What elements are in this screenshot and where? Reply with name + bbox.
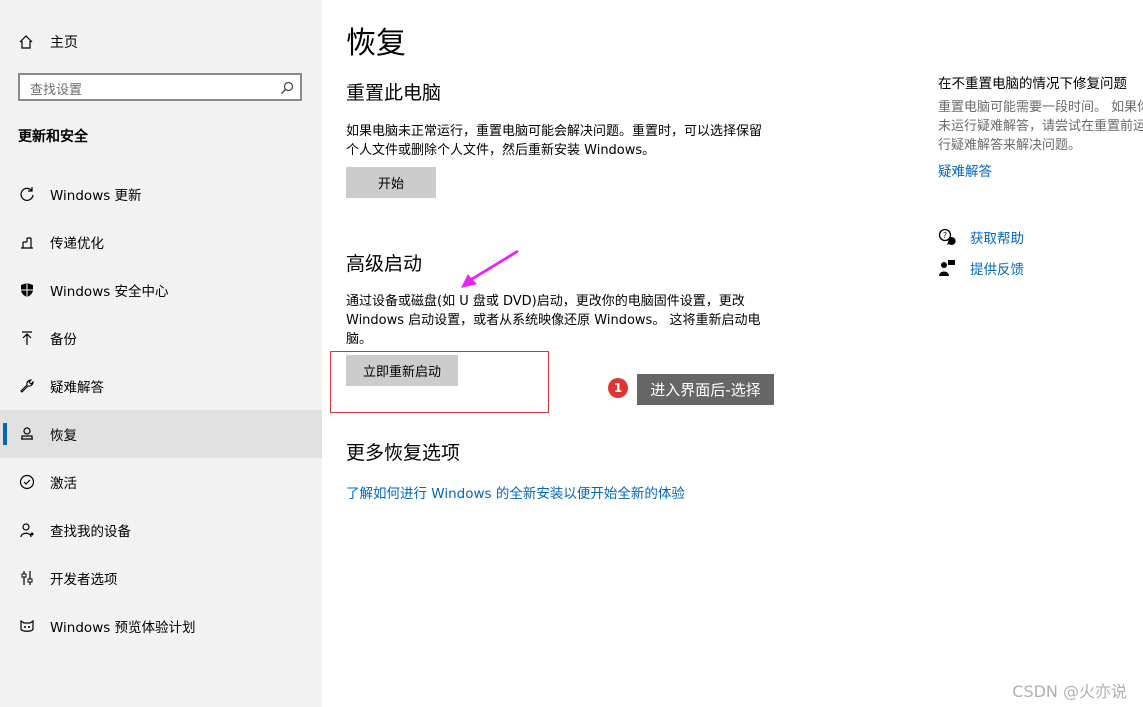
recovery-icon	[18, 425, 36, 443]
troubleshoot-link[interactable]: 疑难解答	[938, 160, 992, 180]
sidebar-item-windows-update[interactable]: Windows 更新	[0, 170, 322, 218]
person-location-icon	[18, 521, 36, 539]
fresh-install-link[interactable]: 了解如何进行 Windows 的全新安装以便开始全新的体验	[346, 482, 685, 502]
sidebar-item-label: 激活	[50, 476, 77, 492]
check-circle-icon	[18, 473, 36, 491]
sidebar-item-find-my-device[interactable]: 查找我的设备	[0, 506, 322, 554]
chat-help-icon: ?	[938, 228, 956, 246]
home-label: 主页	[50, 35, 78, 51]
sidebar-item-troubleshoot[interactable]: 疑难解答	[0, 362, 322, 410]
section-title: 更新和安全	[18, 129, 88, 145]
reset-pc-heading: 重置此电脑	[346, 82, 442, 104]
home-nav-item[interactable]: 主页	[18, 31, 78, 53]
reset-pc-description: 如果电脑未正常运行，重置电脑可能会解决问题。重置时，可以选择保留 个人文件或删除…	[346, 124, 763, 158]
reset-get-started-button[interactable]: 开始	[346, 167, 436, 198]
sidebar-item-label: 恢复	[50, 428, 77, 444]
sidebar-item-label: Windows 预览体验计划	[50, 620, 196, 636]
annotation-arrow-icon	[461, 250, 519, 288]
feedback-row[interactable]: 提供反馈	[938, 258, 1024, 278]
advanced-startup-heading: 高级启动	[346, 253, 423, 275]
shield-icon	[18, 281, 36, 299]
sidebar-item-label: 备份	[50, 332, 77, 348]
related-description: 重置电脑可能需要一段时间。 如果你 未运行疑难解答，请尝试在重置前运 行疑难解答…	[938, 100, 1143, 153]
annotation-step-badge: 1	[608, 378, 628, 398]
sidebar-item-developer-options[interactable]: 开发者选项	[0, 554, 322, 602]
sync-icon	[18, 185, 36, 203]
sidebar: 主页 查找设置 更新和安全 Windows 更新 传递优化 Windows 安全…	[0, 0, 322, 707]
sidebar-item-windows-insider[interactable]: Windows 预览体验计划	[0, 602, 322, 650]
sidebar-item-delivery-optimization[interactable]: 传递优化	[0, 218, 322, 266]
more-recovery-options-heading: 更多恢复选项	[346, 442, 461, 464]
settings-search-box[interactable]: 查找设置	[18, 73, 302, 101]
feedback-link[interactable]: 提供反馈	[970, 258, 1024, 278]
sidebar-item-label: 传递优化	[50, 236, 104, 252]
sidebar-item-label: 开发者选项	[50, 572, 118, 588]
developer-sliders-icon	[18, 569, 36, 587]
wrench-icon	[18, 377, 36, 395]
annotation-callout: 进入界面后-选择	[637, 374, 774, 405]
sidebar-nav: Windows 更新 传递优化 Windows 安全中心 备份 疑难解答 恢复 …	[0, 170, 322, 650]
sidebar-item-activation[interactable]: 激活	[0, 458, 322, 506]
home-icon	[18, 34, 36, 50]
sidebar-item-label: 查找我的设备	[50, 524, 131, 540]
search-input[interactable]: 查找设置	[30, 79, 82, 98]
delivery-optimization-icon	[18, 233, 36, 251]
get-help-row[interactable]: ? 获取帮助	[938, 227, 1024, 247]
advanced-startup-description: 通过设备或磁盘(如 U 盘或 DVD)启动，更改你的电脑固件设置，更改 Wind…	[346, 294, 761, 347]
sidebar-item-windows-security[interactable]: Windows 安全中心	[0, 266, 322, 314]
feedback-person-icon	[938, 259, 956, 277]
get-help-link[interactable]: 获取帮助	[970, 227, 1024, 247]
svg-text:?: ?	[943, 231, 947, 240]
sidebar-item-backup[interactable]: 备份	[0, 314, 322, 362]
upload-arrow-icon	[18, 329, 36, 347]
sidebar-item-label: Windows 安全中心	[50, 284, 169, 300]
sidebar-item-recovery[interactable]: 恢复	[0, 410, 322, 458]
page-title: 恢复	[346, 26, 406, 61]
sidebar-item-label: 疑难解答	[50, 380, 104, 396]
related-title: 在不重置电脑的情况下修复问题	[938, 76, 1127, 92]
search-icon[interactable]	[280, 80, 294, 94]
insider-cat-icon	[18, 617, 36, 635]
annotation-highlight-box	[330, 351, 549, 413]
sidebar-item-label: Windows 更新	[50, 188, 142, 204]
watermark: CSDN @火亦说	[1012, 682, 1127, 701]
